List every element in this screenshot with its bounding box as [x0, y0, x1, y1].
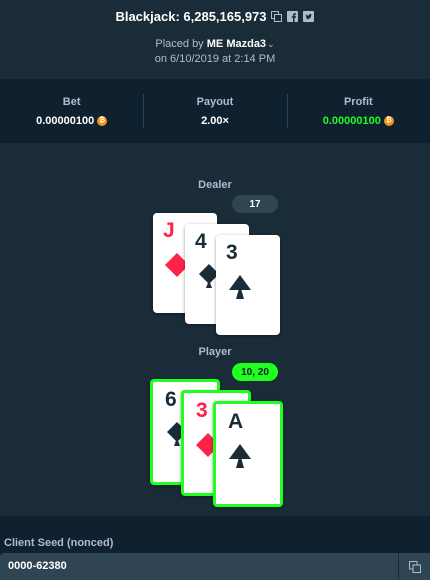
- copy-icon: [408, 560, 421, 573]
- dealer-score-badge: 17: [232, 195, 278, 213]
- stat-label: Bet: [62, 95, 81, 108]
- bet-date: on 6/10/2019 at 2:14 PM: [154, 53, 276, 65]
- placed-by-label: Placed by: [155, 38, 204, 50]
- bet-header: Blackjack: 6,285,165,973 Placed by ME Ma…: [0, 0, 430, 78]
- stat-value: 2.00×: [201, 115, 229, 127]
- player-label: Player: [198, 346, 232, 358]
- twitter-icon[interactable]: [303, 11, 315, 23]
- card-rank: J: [163, 219, 175, 242]
- payout-multiplier: 2.00×: [201, 114, 229, 127]
- stat-bet: Bet 0.00000100 ₿: [0, 79, 143, 143]
- client-seed-label: Client Seed (nonced): [4, 537, 114, 549]
- stat-profit: Profit 0.00000100 ₿: [286, 79, 430, 143]
- dealer-label: Dealer: [198, 179, 232, 191]
- btc-icon: ₿: [383, 115, 394, 126]
- card-rank: 6: [165, 388, 177, 411]
- profit-amount: 0.00000100: [322, 114, 381, 127]
- stats-panel: Bet 0.00000100 ₿ Payout 2.00× Profit 0.0…: [0, 79, 430, 143]
- copy-seed-button[interactable]: [398, 553, 430, 580]
- stat-label: Payout: [196, 95, 234, 108]
- stat-payout: Payout 2.00×: [143, 79, 286, 143]
- bet-title: Blackjack: 6,285,165,973: [115, 9, 267, 24]
- player-card-3: A: [213, 401, 283, 507]
- spade-icon: [229, 444, 251, 468]
- spade-icon: [229, 275, 251, 299]
- btc-icon: ₿: [97, 115, 108, 126]
- client-seed-value: 0000-62380: [8, 560, 67, 572]
- stat-label: Profit: [343, 95, 373, 108]
- placed-by: Placed by ME Mazda3⌄: [0, 38, 430, 50]
- facebook-icon[interactable]: [287, 11, 299, 23]
- client-seed-field[interactable]: 0000-62380: [0, 553, 430, 580]
- user-badge: ME: [206, 38, 224, 50]
- player-score-badge: 10, 20: [232, 363, 278, 381]
- card-rank: 3: [196, 399, 208, 422]
- copy-icon[interactable]: [271, 11, 283, 23]
- stat-value: 0.00000100 ₿: [323, 115, 394, 127]
- chevron-down-icon[interactable]: ⌄: [267, 39, 275, 50]
- dealer-card-3: 3: [216, 235, 280, 335]
- card-rank: 3: [226, 241, 238, 264]
- title-row: Blackjack: 6,285,165,973: [0, 9, 430, 24]
- card-rank: 4: [195, 230, 207, 253]
- stat-value: 0.00000100 ₿: [36, 114, 108, 127]
- card-rank: A: [228, 410, 244, 433]
- bet-amount: 0.00000100: [36, 114, 95, 127]
- username-link[interactable]: Mazda3: [226, 38, 266, 50]
